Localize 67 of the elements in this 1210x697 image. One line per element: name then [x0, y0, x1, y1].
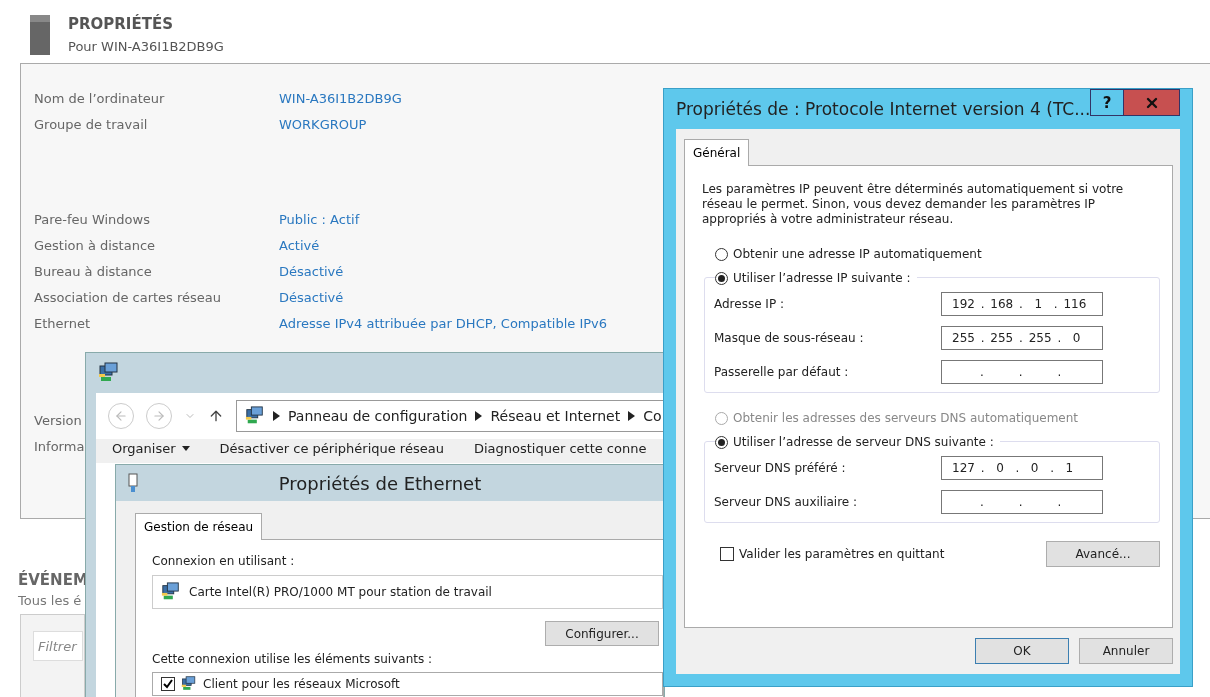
server-icon — [30, 15, 50, 55]
property-label: Ethernet — [34, 315, 90, 333]
filter-field[interactable]: Filtrer — [33, 631, 83, 661]
ip-address-field[interactable]: . . . — [941, 360, 1103, 384]
ip-address-field[interactable]: 255 . 255 . 255 . 0 — [941, 326, 1103, 350]
dialog-title: Propriétés de Ethernet — [277, 472, 483, 494]
control-panel-icon — [245, 406, 265, 426]
property-label: Gestion à distance — [34, 237, 156, 255]
command-button[interactable]: Désactiver ce périphérique réseau — [219, 441, 444, 456]
tab[interactable]: Général — [684, 139, 750, 166]
command-button[interactable]: Diagnostiquer cette conne — [473, 441, 647, 456]
field-label: Masque de sous-réseau : — [714, 331, 864, 345]
up-button[interactable] — [208, 408, 224, 424]
property-label: Pare-feu Windows — [34, 211, 150, 229]
chevron-icon — [273, 411, 280, 421]
field-label: Cette connexion utilise les éléments suivants : — [152, 652, 434, 666]
breadcrumb-item[interactable]: Réseau et Internet — [490, 408, 621, 424]
property-link[interactable]: Désactivé — [279, 262, 344, 281]
section-title: PROPRIÉTÉS — [68, 15, 174, 33]
field-label: Passerelle par défaut : — [714, 365, 849, 379]
close-button[interactable] — [1124, 89, 1180, 116]
dialog-button[interactable]: Annuler — [1079, 638, 1173, 664]
property-label: Version — [34, 412, 82, 430]
help-button[interactable]: ? — [1090, 89, 1125, 116]
intro-text: Les paramètres IP peuvent être déterminés automatiquement si votre réseau le permet. Sinon, vous devez demander les paramètres IP appropriés à votre administrateur réseau. — [702, 182, 1125, 227]
property-link[interactable]: WIN-A36I1B2DB9G — [279, 89, 402, 108]
field-label: Serveur DNS préféré : — [714, 461, 846, 475]
property-link[interactable]: Désactivé — [279, 288, 344, 307]
property-label: Bureau à distance — [34, 263, 152, 281]
property-link[interactable]: WORKGROUP — [279, 115, 367, 134]
dialog-title: Propriétés de : Protocole Internet version 4 (TC... — [676, 98, 1091, 119]
adapter-icon — [161, 582, 181, 602]
property-label: Informa — [34, 438, 85, 456]
radio-button[interactable]: Utiliser l’adresse de serveur DNS suivante : — [715, 435, 1000, 449]
field-label: Serveur DNS auxiliaire : — [714, 495, 858, 509]
address-bar[interactable]: Panneau de configuration Réseau et Internet Co — [236, 400, 664, 432]
field-label: Adresse IP : — [714, 297, 784, 311]
ip-address-field[interactable]: 127 . 0 . 0 . 1 — [941, 456, 1103, 480]
advanced-button[interactable]: Avancé... — [1046, 541, 1160, 567]
breadcrumb-item[interactable]: Co — [643, 408, 662, 424]
section-subtitle: Tous les é — [18, 593, 82, 608]
adapter-name: Carte Intel(R) PRO/1000 MT pour station de travail — [189, 585, 492, 599]
radio-button[interactable]: Utiliser l’adresse IP suivante : — [715, 271, 917, 285]
list-item[interactable]: Client pour les réseaux Microsoft — [152, 672, 663, 696]
property-link[interactable]: Public : Actif — [279, 210, 360, 229]
field-label: Connexion en utilisant : — [152, 554, 296, 568]
property-link[interactable]: Activé — [279, 236, 320, 255]
checkbox[interactable] — [161, 677, 175, 691]
arrow-left-icon — [114, 409, 128, 423]
network-icon — [98, 362, 120, 384]
property-label: Association de cartes réseau — [34, 289, 222, 307]
property-label: Groupe de travail — [34, 116, 148, 134]
chevron-icon — [628, 411, 636, 421]
property-link[interactable]: Adresse IPv4 attribuée par DHCP, Compatible IPv6 — [279, 314, 608, 333]
property-label: Nom de l’ordinateur — [34, 90, 165, 108]
ip-address-field[interactable]: 192 . 168 . 1 . 116 — [941, 292, 1103, 316]
command-button[interactable]: Organiser — [112, 441, 190, 456]
ip-address-field[interactable]: . . . — [941, 490, 1103, 514]
dialog-button[interactable]: OK — [975, 638, 1069, 664]
arrow-right-icon — [152, 409, 166, 423]
client-icon — [181, 676, 197, 692]
chevron-icon — [475, 411, 483, 421]
tab[interactable]: Gestion de réseau — [135, 513, 263, 540]
section-subtitle: Pour WIN-A36I1B2DB9G — [68, 39, 224, 54]
adapter-icon — [128, 473, 138, 493]
configure-button[interactable]: Configurer... — [545, 621, 659, 646]
breadcrumb-item[interactable]: Panneau de configuration — [288, 408, 468, 424]
